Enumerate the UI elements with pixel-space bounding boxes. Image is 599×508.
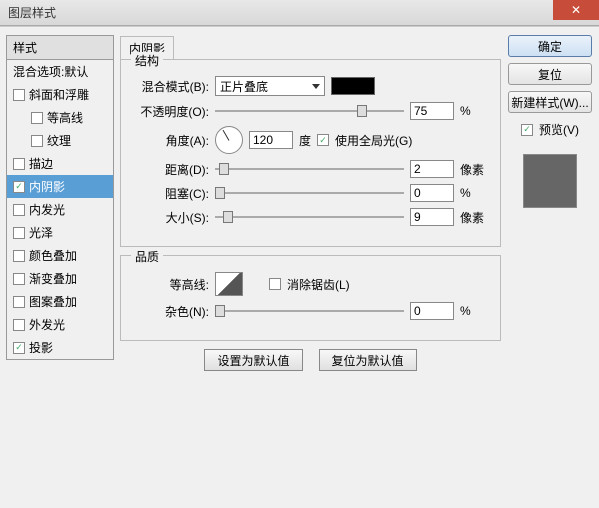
reset-default-button[interactable]: 复位为默认值: [319, 349, 417, 371]
style-label: 等高线: [47, 109, 83, 126]
style-checkbox[interactable]: [31, 112, 43, 124]
contour-picker[interactable]: [215, 272, 243, 296]
shadow-color-swatch[interactable]: [331, 77, 375, 95]
titlebar: 图层样式 ✕: [0, 0, 599, 26]
style-checkbox[interactable]: [13, 273, 25, 285]
choke-input[interactable]: [410, 184, 454, 202]
close-icon: ✕: [571, 3, 581, 17]
style-item[interactable]: 描边: [7, 152, 113, 175]
chevron-down-icon: [312, 84, 320, 89]
style-item[interactable]: 纹理: [7, 129, 113, 152]
style-checkbox[interactable]: [13, 227, 25, 239]
size-input[interactable]: [410, 208, 454, 226]
noise-input[interactable]: [410, 302, 454, 320]
ok-button[interactable]: 确定: [508, 35, 592, 57]
size-label: 大小(S):: [131, 209, 209, 226]
choke-label: 阻塞(C):: [131, 185, 209, 202]
distance-label: 距离(D):: [131, 161, 209, 178]
style-item[interactable]: 内发光: [7, 198, 113, 221]
opacity-slider[interactable]: [215, 103, 404, 119]
style-item[interactable]: 斜面和浮雕: [7, 83, 113, 106]
styles-list-panel: 样式 混合选项:默认 斜面和浮雕等高线纹理描边 ✓ 内阴影内发光光泽颜色叠加渐变叠加…: [6, 35, 114, 500]
dialog-body: 样式 混合选项:默认 斜面和浮雕等高线纹理描边 ✓ 内阴影内发光光泽颜色叠加渐变叠加…: [0, 26, 599, 508]
size-unit: 像素: [460, 209, 490, 226]
style-label: 颜色叠加: [29, 247, 77, 264]
noise-label: 杂色(N):: [131, 303, 209, 320]
preview-checkbox[interactable]: ✓: [521, 124, 533, 136]
style-label: 纹理: [47, 132, 71, 149]
choke-slider[interactable]: [215, 185, 404, 201]
blend-mode-select[interactable]: 正片叠底: [215, 76, 325, 96]
noise-unit: %: [460, 304, 490, 318]
style-item[interactable]: 颜色叠加: [7, 244, 113, 267]
angle-dial[interactable]: [215, 126, 243, 154]
blend-options-label: 混合选项:默认: [13, 63, 88, 80]
style-item[interactable]: ✓ 投影: [7, 336, 113, 359]
style-checkbox[interactable]: ✓: [13, 342, 25, 354]
structure-legend: 结构: [131, 52, 163, 69]
choke-unit: %: [460, 186, 490, 200]
style-label: 图案叠加: [29, 293, 77, 310]
angle-unit: 度: [299, 132, 311, 149]
style-checkbox[interactable]: [13, 204, 25, 216]
close-button[interactable]: ✕: [553, 0, 599, 20]
global-light-checkbox[interactable]: ✓: [317, 134, 329, 146]
distance-unit: 像素: [460, 161, 490, 178]
quality-legend: 品质: [131, 248, 163, 265]
blend-mode-value: 正片叠底: [220, 78, 268, 95]
style-label: 内发光: [29, 201, 65, 218]
quality-group: 品质 等高线: 消除锯齿(L) 杂色(N): %: [120, 255, 501, 341]
noise-slider[interactable]: [215, 303, 404, 319]
style-item[interactable]: 外发光: [7, 313, 113, 336]
antialias-checkbox[interactable]: [269, 278, 281, 290]
styles-list: 混合选项:默认 斜面和浮雕等高线纹理描边 ✓ 内阴影内发光光泽颜色叠加渐变叠加图案叠…: [6, 60, 114, 360]
opacity-label: 不透明度(O):: [131, 103, 209, 120]
distance-input[interactable]: [410, 160, 454, 178]
blend-options-item[interactable]: 混合选项:默认: [7, 60, 113, 83]
new-style-button[interactable]: 新建样式(W)...: [508, 91, 592, 113]
style-label: 外发光: [29, 316, 65, 333]
contour-label: 等高线:: [131, 276, 209, 293]
style-checkbox[interactable]: [31, 135, 43, 147]
antialias-label: 消除锯齿(L): [287, 276, 350, 293]
preview-label: 预览(V): [539, 121, 579, 138]
right-buttons: 确定 复位 新建样式(W)... ✓ 预览(V): [507, 35, 593, 500]
style-checkbox[interactable]: [13, 296, 25, 308]
structure-group: 结构 混合模式(B): 正片叠底 不透明度(O): % 角度(A):: [120, 59, 501, 247]
style-item[interactable]: 光泽: [7, 221, 113, 244]
opacity-input[interactable]: [410, 102, 454, 120]
styles-header: 样式: [6, 35, 114, 60]
angle-label: 角度(A):: [131, 132, 209, 149]
style-label: 斜面和浮雕: [29, 86, 89, 103]
style-item[interactable]: 等高线: [7, 106, 113, 129]
style-checkbox[interactable]: [13, 319, 25, 331]
window-title: 图层样式: [8, 4, 56, 21]
make-default-button[interactable]: 设置为默认值: [204, 349, 302, 371]
cancel-button[interactable]: 复位: [508, 63, 592, 85]
style-checkbox[interactable]: [13, 89, 25, 101]
style-label: 光泽: [29, 224, 53, 241]
style-label: 渐变叠加: [29, 270, 77, 287]
angle-input[interactable]: [249, 131, 293, 149]
style-label: 描边: [29, 155, 53, 172]
opacity-unit: %: [460, 104, 490, 118]
style-checkbox[interactable]: ✓: [13, 181, 25, 193]
global-light-label: 使用全局光(G): [335, 132, 412, 149]
style-item[interactable]: 图案叠加: [7, 290, 113, 313]
preview-thumbnail: [523, 154, 577, 208]
style-item[interactable]: 渐变叠加: [7, 267, 113, 290]
distance-slider[interactable]: [215, 161, 404, 177]
style-checkbox[interactable]: [13, 250, 25, 262]
style-item[interactable]: ✓ 内阴影: [7, 175, 113, 198]
size-slider[interactable]: [215, 209, 404, 225]
blend-mode-label: 混合模式(B):: [131, 78, 209, 95]
style-checkbox[interactable]: [13, 158, 25, 170]
settings-panel: 内阴影 结构 混合模式(B): 正片叠底 不透明度(O): %: [120, 35, 501, 500]
style-label: 内阴影: [29, 178, 65, 195]
style-label: 投影: [29, 339, 53, 356]
